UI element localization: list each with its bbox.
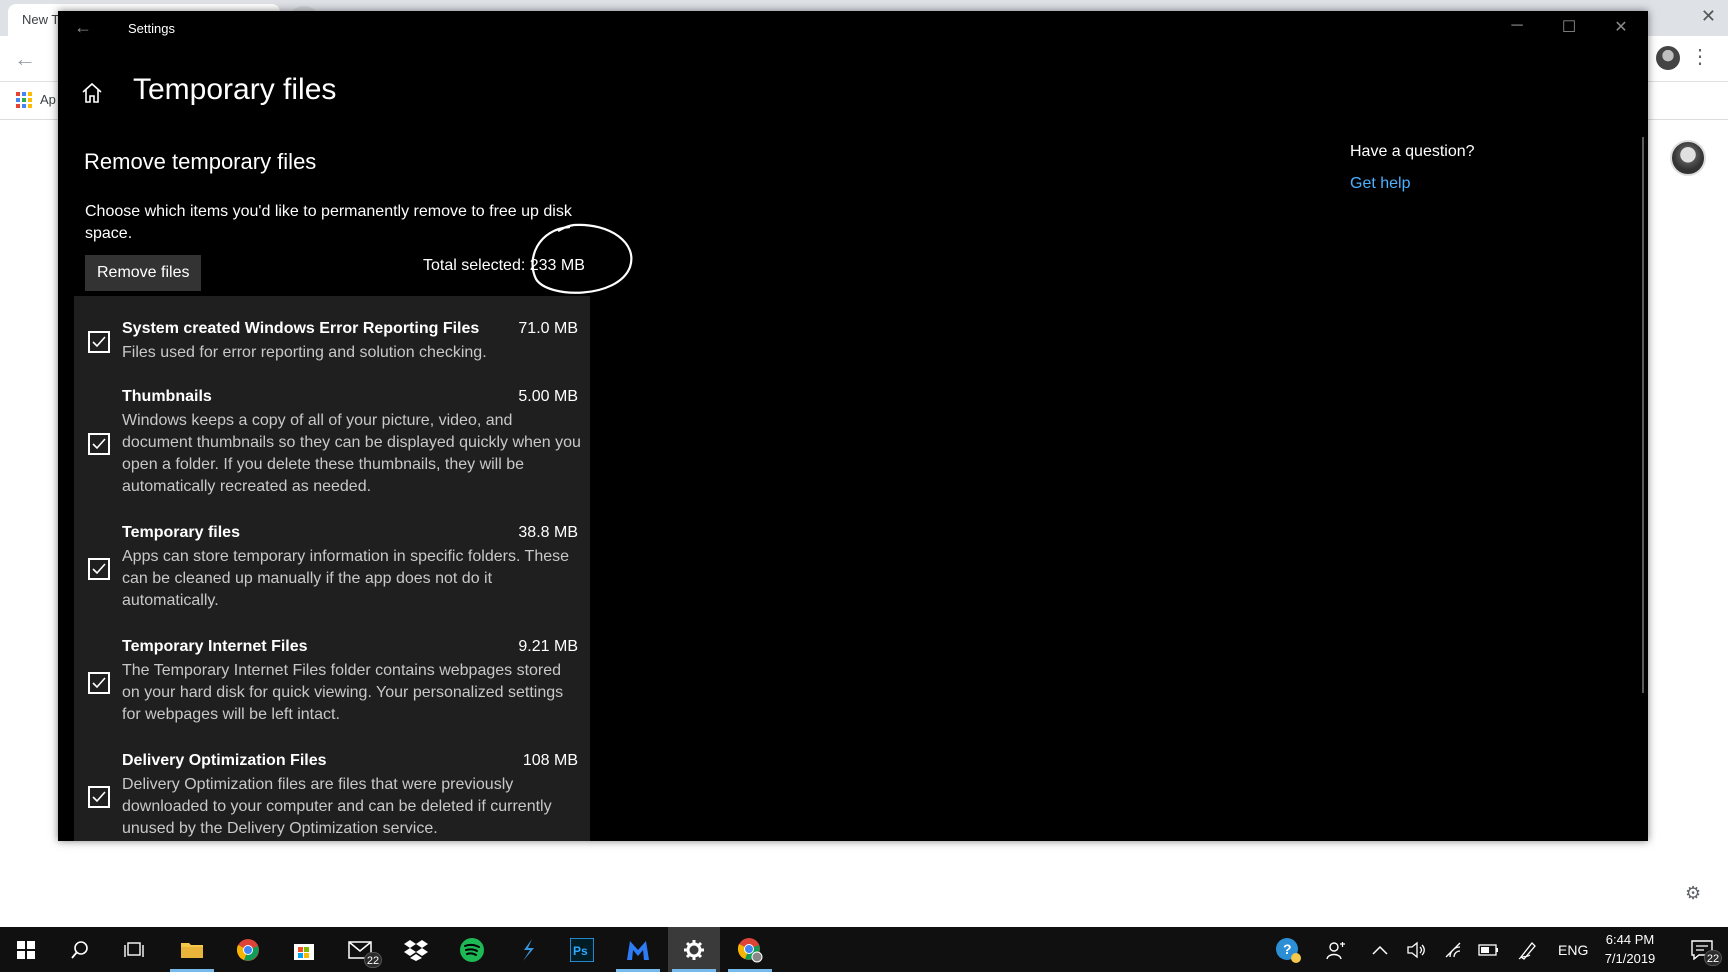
clock[interactable]: 6:44 PM 7/1/2019 — [1588, 930, 1672, 968]
page-avatar[interactable] — [1670, 140, 1706, 176]
chrome-icon[interactable] — [222, 927, 274, 972]
file-explorer-icon[interactable] — [166, 927, 218, 972]
scrollbar[interactable] — [1642, 137, 1644, 693]
list-item[interactable]: Thumbnails 5.00 MB Windows keeps a copy … — [74, 388, 590, 512]
item-name: Temporary Internet Files — [122, 638, 308, 655]
item-description: Delivery Optimization files are files th… — [122, 776, 552, 837]
help-heading: Have a question? — [1350, 143, 1475, 160]
people-icon[interactable] — [1326, 927, 1346, 972]
apps-bookmark-label[interactable]: Ap — [40, 92, 56, 107]
chrome-profile-avatar[interactable] — [1656, 46, 1680, 70]
item-size: 38.8 MB — [518, 524, 578, 541]
list-item[interactable]: Temporary files 38.8 MB Apps can store t… — [74, 524, 590, 626]
item-size: 9.21 MB — [518, 638, 578, 655]
circle-annotation — [531, 223, 633, 294]
home-icon[interactable] — [80, 81, 104, 105]
checkbox[interactable] — [88, 331, 110, 353]
section-heading: Remove temporary files — [84, 149, 317, 174]
apps-grid-icon[interactable] — [16, 92, 32, 108]
title-bar: ← Settings ─ ☐ ✕ — [58, 11, 1648, 47]
settings-window: ← Settings ─ ☐ ✕ Temporary files Remove … — [58, 11, 1648, 841]
chrome-profile-icon[interactable] — [724, 927, 776, 972]
item-size: 108 MB — [522, 752, 578, 769]
checkmark-icon — [92, 791, 106, 803]
checkmark-icon — [92, 563, 106, 575]
checkbox[interactable] — [88, 433, 110, 455]
gear-icon[interactable]: ⚙ — [1685, 883, 1701, 904]
chevron-up-icon[interactable] — [1372, 927, 1388, 972]
checkmark-icon — [92, 336, 106, 348]
checkbox[interactable] — [88, 786, 110, 808]
maximize-button[interactable]: ☐ — [1546, 17, 1592, 37]
page-description: Choose which items you'd like to permane… — [85, 203, 572, 242]
mail-icon[interactable]: 22 — [334, 927, 386, 972]
volume-icon[interactable] — [1406, 927, 1426, 972]
search-icon[interactable] — [54, 927, 106, 972]
item-size: 71.0 MB — [518, 320, 578, 337]
wifi-icon[interactable] — [1444, 927, 1464, 972]
item-description: The Temporary Internet Files folder cont… — [122, 662, 564, 723]
start-button[interactable] — [0, 927, 52, 972]
visual-studio-icon[interactable] — [502, 927, 554, 972]
checkbox[interactable] — [88, 672, 110, 694]
svg-text:Ps: Ps — [573, 944, 588, 958]
chrome-menu-icon[interactable]: ⋮ — [1690, 44, 1710, 69]
svg-text:?: ? — [1283, 941, 1292, 957]
language-indicator[interactable]: ENG — [1558, 927, 1588, 972]
item-size: 5.00 MB — [518, 388, 578, 405]
file-list: System created Windows Error Reporting F… — [74, 296, 590, 841]
notification-badge: 22 — [1704, 950, 1722, 966]
get-help-link[interactable]: Get help — [1350, 175, 1410, 193]
list-item[interactable]: Delivery Optimization Files 108 MB Deliv… — [74, 752, 590, 841]
item-name: Delivery Optimization Files — [122, 752, 327, 769]
clock-time: 6:44 PM — [1605, 932, 1655, 947]
dropbox-icon[interactable] — [390, 927, 442, 972]
battery-icon[interactable] — [1478, 927, 1500, 972]
chrome-close-icon[interactable]: ✕ — [1701, 6, 1716, 27]
list-item[interactable]: Temporary Internet Files 9.21 MB The Tem… — [74, 638, 590, 740]
malwarebytes-icon[interactable] — [612, 927, 664, 972]
window-title: Settings — [128, 21, 175, 36]
remove-files-button[interactable]: Remove files — [85, 255, 202, 291]
item-description: Files used for error reporting and solut… — [122, 344, 487, 361]
spotify-icon[interactable] — [446, 927, 498, 972]
mail-badge: 22 — [364, 952, 382, 968]
back-arrow-icon[interactable]: ← — [74, 17, 92, 38]
list-item[interactable]: System created Windows Error Reporting F… — [74, 320, 590, 380]
checkmark-icon — [92, 677, 106, 689]
store-icon[interactable] — [278, 927, 330, 972]
chrome-tab-title: New T — [22, 12, 60, 27]
page-title: Temporary files — [133, 73, 337, 106]
close-button[interactable]: ✕ — [1598, 17, 1644, 37]
item-name: System created Windows Error Reporting F… — [122, 320, 480, 337]
notifications-icon[interactable]: 22 — [1680, 927, 1724, 972]
chrome-back-icon[interactable]: ← — [14, 46, 36, 72]
item-description: Apps can store temporary information in … — [122, 548, 570, 609]
photoshop-icon[interactable]: Ps — [556, 927, 608, 972]
item-name: Thumbnails — [122, 388, 212, 405]
task-view-icon[interactable] — [108, 927, 160, 972]
pen-icon[interactable] — [1518, 927, 1538, 972]
item-name: Temporary files — [122, 524, 240, 541]
checkbox[interactable] — [88, 558, 110, 580]
minimize-button[interactable]: ─ — [1494, 17, 1540, 35]
checkmark-icon — [92, 438, 106, 450]
item-description: Windows keeps a copy of all of your pict… — [122, 412, 581, 495]
help-tray-icon[interactable]: ? — [1274, 927, 1302, 972]
taskbar: 22 Ps ? ENG 6:44 PM 7/1/2019 22 — [0, 927, 1728, 972]
windows-logo-icon — [17, 940, 35, 959]
settings-gear-icon[interactable] — [668, 927, 720, 972]
clock-date: 7/1/2019 — [1604, 951, 1656, 966]
